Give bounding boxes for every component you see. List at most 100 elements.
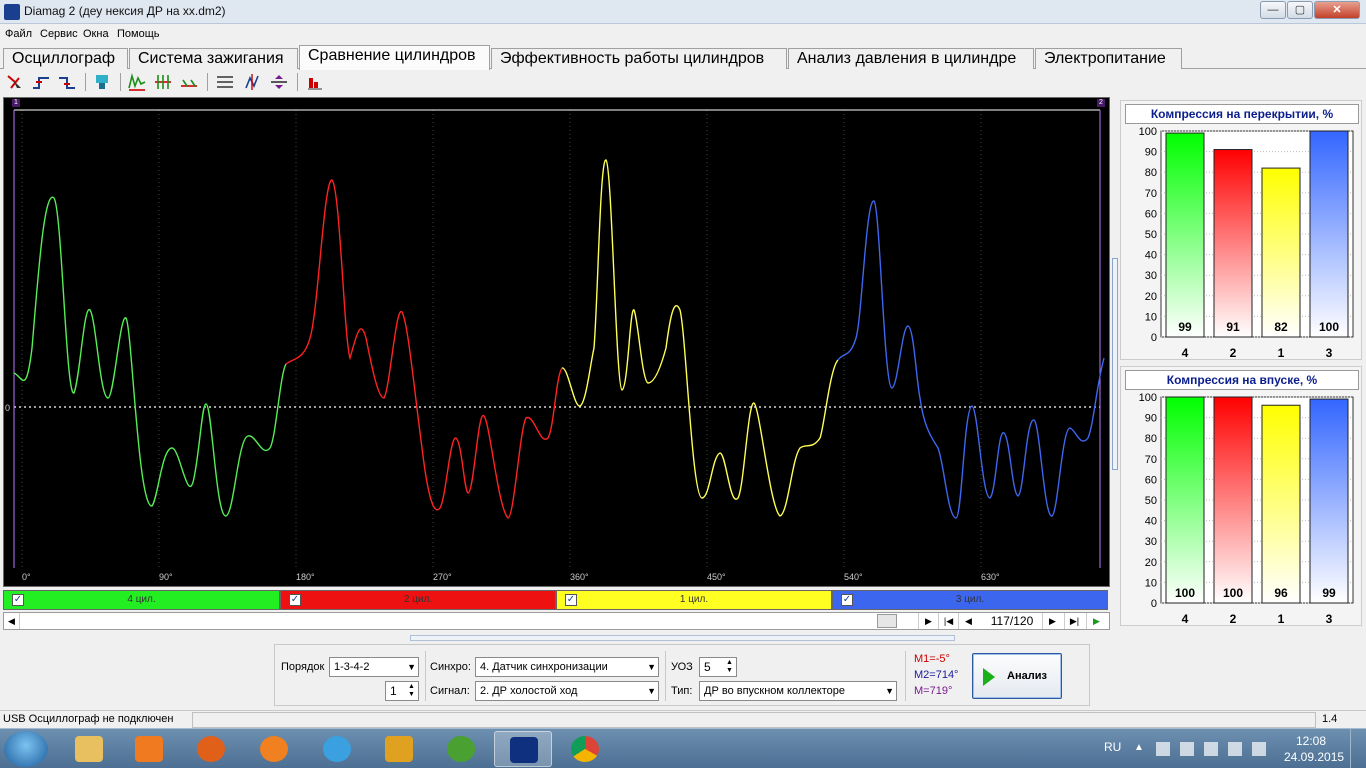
cylinder-3-toggle[interactable]: ✓ 3 цил. [832, 590, 1108, 610]
vertical-scale-icon[interactable] [242, 72, 262, 92]
toolbar [0, 70, 1366, 94]
checkbox-icon[interactable]: ✓ [565, 594, 577, 606]
checkbox-icon[interactable]: ✓ [841, 594, 853, 606]
taskbar-chrome[interactable] [556, 731, 614, 767]
analyze-button[interactable]: Анализ [972, 653, 1062, 699]
tab-ignition[interactable]: Система зажигания [129, 48, 298, 69]
y-tick-label: 70 [1145, 188, 1157, 200]
clock-time[interactable]: 12:08 [1296, 734, 1326, 748]
tab-pressure-analysis[interactable]: Анализ давления в цилиндре [788, 48, 1034, 69]
version-label: 1.4 [1322, 713, 1338, 725]
y-tick-label: 20 [1145, 557, 1157, 569]
usb-device-icon[interactable] [1204, 742, 1218, 756]
start-button[interactable] [4, 731, 48, 767]
close-button[interactable]: ✕ [1314, 1, 1360, 19]
cursor-tool-icon[interactable] [5, 72, 25, 92]
analyze-label: Анализ [1007, 670, 1047, 682]
last-frame-icon[interactable]: ▶| [1064, 613, 1084, 629]
rising-edge-icon[interactable] [31, 72, 51, 92]
taskbar-flash-app[interactable] [245, 731, 303, 767]
x-tick-label: 360° [570, 572, 589, 582]
y-tick-label: 0 [1151, 598, 1157, 610]
taskbar-explorer[interactable] [60, 731, 118, 767]
tab-bar: Осциллограф Система зажигания Сравнение … [0, 45, 1366, 70]
y-tick-label: 100 [1139, 392, 1157, 404]
sensor-type-select[interactable]: ДР во впускном коллекторе ▼ [699, 681, 897, 701]
run-icon[interactable]: ▶ [1086, 613, 1106, 629]
tab-cylinder-efficiency[interactable]: Эффективность работы цилиндров [491, 48, 787, 69]
volume-icon[interactable] [1252, 742, 1266, 756]
maximize-button[interactable]: ▢ [1287, 1, 1313, 19]
y-tick-label: 80 [1145, 433, 1157, 445]
sync-marker-icon[interactable] [153, 72, 173, 92]
network-signal-icon[interactable] [1228, 742, 1242, 756]
bar-chart-icon[interactable] [305, 72, 325, 92]
language-indicator[interactable]: RU [1104, 740, 1121, 754]
falling-edge-icon[interactable] [57, 72, 77, 92]
sync-select[interactable]: 4. Датчик синхронизации ▼ [475, 657, 659, 677]
clock-date[interactable]: 24.09.2015 [1284, 750, 1344, 764]
diamag-icon [510, 737, 538, 763]
cylinder-4-toggle[interactable]: ✓ 4 цил. [3, 590, 280, 610]
tab-power-supply[interactable]: Электропитание [1035, 48, 1182, 69]
chevron-down-icon: ▼ [647, 686, 656, 696]
toolbar-separator [207, 73, 208, 91]
taskbar-media-player[interactable] [120, 731, 178, 767]
y-tick-label: 40 [1145, 516, 1157, 528]
tab-cylinder-compare[interactable]: Сравнение цилиндров [299, 45, 490, 70]
chart-title: Компрессия на перекрытии, % [1125, 104, 1359, 124]
cylinder-icon[interactable] [92, 72, 112, 92]
windows-flag-icon[interactable] [1156, 742, 1170, 756]
bar-value-label: 82 [1274, 320, 1288, 334]
type-label: Тип: [671, 685, 693, 697]
panel-splitter[interactable] [1112, 258, 1118, 470]
timeline-scrollbar[interactable]: ◀ ▶ |◀ ◀ 117/120 ▶ ▶| ▶ [3, 612, 1110, 630]
lightning-icon [260, 736, 288, 762]
taskbar-torrent[interactable] [432, 731, 490, 767]
taskbar-k-app[interactable] [308, 731, 366, 767]
spark-marker-icon[interactable] [127, 72, 147, 92]
action-center-icon[interactable] [1180, 742, 1194, 756]
spin-arrows-icon[interactable]: ▲ ▼ [724, 659, 735, 675]
taskbar: RU ▲ 12:08 24.09.2015 [0, 728, 1366, 768]
signal-select[interactable]: 2. ДР холостой ход ▼ [475, 681, 659, 701]
k-logo-icon [323, 736, 351, 762]
oscilloscope-panel[interactable]: 1 2 0 0° 90° 180° 270° 360° 450° 540° 630° [3, 97, 1110, 587]
minimize-button[interactable]: — [1260, 1, 1286, 19]
menu-file[interactable]: Файл [5, 28, 32, 40]
sync-label: Синхро: [430, 661, 471, 673]
prev-frame-icon[interactable]: ◀ [958, 613, 978, 629]
x-tick-label: 0° [22, 572, 31, 582]
taskbar-diamag[interactable] [494, 731, 552, 767]
cylinder-1-toggle[interactable]: ✓ 1 цил. [556, 590, 832, 610]
show-desktop-button[interactable] [1350, 729, 1366, 768]
firing-order-select[interactable]: 1-3-4-2 ▼ [329, 657, 419, 677]
menu-windows[interactable]: Окна [83, 28, 109, 40]
play-button[interactable]: ▶ [918, 613, 938, 629]
bottom-splitter[interactable] [410, 635, 955, 641]
tab-oscilloscope[interactable]: Осциллограф [3, 48, 128, 69]
menu-help[interactable]: Помощь [117, 28, 160, 40]
toolbar-separator [120, 73, 121, 91]
tray-expand-icon[interactable]: ▲ [1134, 742, 1148, 756]
firefox-icon [197, 736, 225, 762]
compress-marker-icon[interactable] [179, 72, 199, 92]
grid-lines-icon[interactable] [215, 72, 235, 92]
scroll-thumb[interactable] [877, 614, 897, 628]
first-frame-icon[interactable]: |◀ [938, 613, 958, 629]
checkbox-icon[interactable]: ✓ [289, 594, 301, 606]
menu-service[interactable]: Сервис [40, 28, 78, 40]
checkbox-icon[interactable]: ✓ [12, 594, 24, 606]
next-frame-icon[interactable]: ▶ [1042, 613, 1062, 629]
taskbar-firefox[interactable] [182, 731, 240, 767]
category-label: 1 [1278, 612, 1285, 626]
menu-bar: Файл Сервис Окна Помощь [0, 26, 1366, 44]
cylinder-2-toggle[interactable]: ✓ 2 цил. [280, 590, 556, 610]
horizontal-scale-icon[interactable] [269, 72, 289, 92]
order-spinner[interactable]: 1 ▲ ▼ [385, 681, 419, 701]
taskbar-colorful-app[interactable] [370, 731, 428, 767]
scroll-left-icon[interactable]: ◀ [4, 613, 20, 629]
spin-arrows-icon[interactable]: ▲ ▼ [406, 683, 417, 699]
app-tile-icon [385, 736, 413, 762]
uoz-spinner[interactable]: 5 ▲ ▼ [699, 657, 737, 677]
